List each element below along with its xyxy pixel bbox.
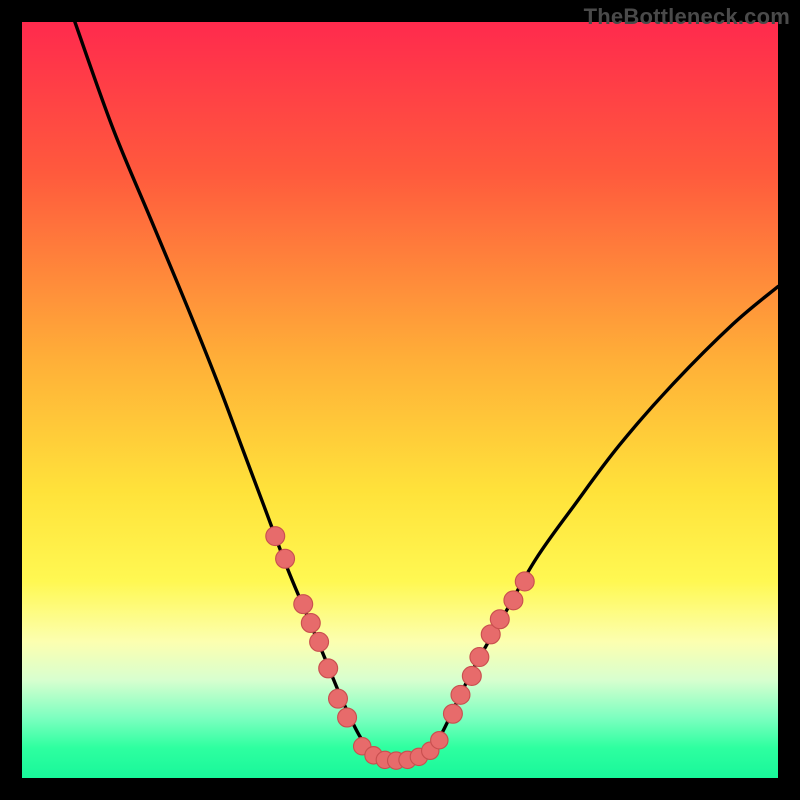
chart-plot (22, 22, 778, 778)
chart-frame: TheBottleneck.com (0, 0, 800, 800)
data-marker (470, 648, 489, 667)
data-marker (338, 708, 357, 727)
data-marker (329, 689, 348, 708)
data-marker (431, 732, 448, 749)
data-marker (443, 704, 462, 723)
data-marker (266, 527, 285, 546)
data-marker (294, 595, 313, 614)
data-marker (490, 610, 509, 629)
data-marker (301, 614, 320, 633)
data-marker (504, 591, 523, 610)
data-marker (462, 666, 481, 685)
data-marker (276, 549, 295, 568)
chart-background (22, 22, 778, 778)
watermark-text: TheBottleneck.com (584, 4, 790, 30)
data-marker (310, 632, 329, 651)
data-marker (515, 572, 534, 591)
data-marker (319, 659, 338, 678)
data-marker (451, 685, 470, 704)
